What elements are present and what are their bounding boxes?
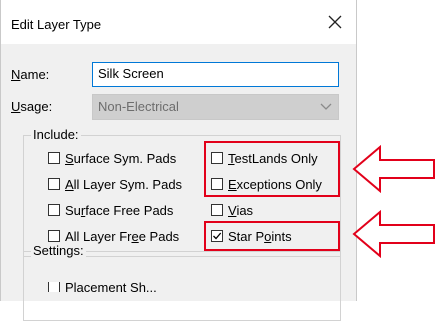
- annotation-arrow-lower: [352, 210, 435, 258]
- title-bar: Edit Layer Type: [1, 0, 356, 44]
- all-layer-sym-pads-checkbox[interactable]: All Layer Sym. Pads: [48, 175, 182, 193]
- checkbox-label: Vias: [228, 202, 254, 218]
- checkbox-label: All Layer Free Pads: [65, 228, 180, 244]
- usage-value: Non-Electrical: [98, 99, 179, 114]
- checkbox-box: [48, 152, 60, 164]
- annotation-arrow-upper: [352, 145, 435, 193]
- edit-layer-type-dialog: Edit Layer Type Name: Silk Screen Usage:…: [0, 0, 357, 321]
- checkbox-box: [211, 204, 223, 216]
- surface-free-pads-checkbox[interactable]: Surface Free Pads: [48, 201, 173, 219]
- checkbox-box: [48, 178, 60, 190]
- placement-checkbox-partial[interactable]: Placement Sh...: [48, 282, 157, 292]
- name-input[interactable]: Silk Screen: [92, 62, 339, 87]
- checkbox-label: Placement Sh...: [65, 282, 157, 292]
- highlight-box-testlands-exceptions: [204, 141, 340, 197]
- checkbox-box: [48, 230, 60, 242]
- usage-select[interactable]: Non-Electrical: [92, 94, 339, 120]
- highlight-box-star-points: [204, 221, 340, 251]
- checkbox-label: Surface Free Pads: [65, 202, 174, 218]
- vias-checkbox[interactable]: Vias: [211, 201, 253, 219]
- surface-sym-pads-checkbox[interactable]: Surface Sym. Pads: [48, 149, 176, 167]
- settings-label: Settings:: [31, 243, 86, 258]
- usage-label: Usage:: [11, 99, 53, 114]
- checkbox-label: All Layer Sym. Pads: [65, 176, 183, 192]
- checkbox-box: [48, 204, 60, 216]
- checkbox-box: [48, 282, 60, 292]
- close-icon[interactable]: [323, 10, 347, 34]
- dialog-title: Edit Layer Type: [11, 17, 102, 32]
- include-label: Include:: [31, 127, 81, 142]
- name-label: Name:: [11, 67, 50, 82]
- checkbox-label: Surface Sym. Pads: [65, 150, 177, 166]
- chevron-down-icon: [320, 103, 332, 110]
